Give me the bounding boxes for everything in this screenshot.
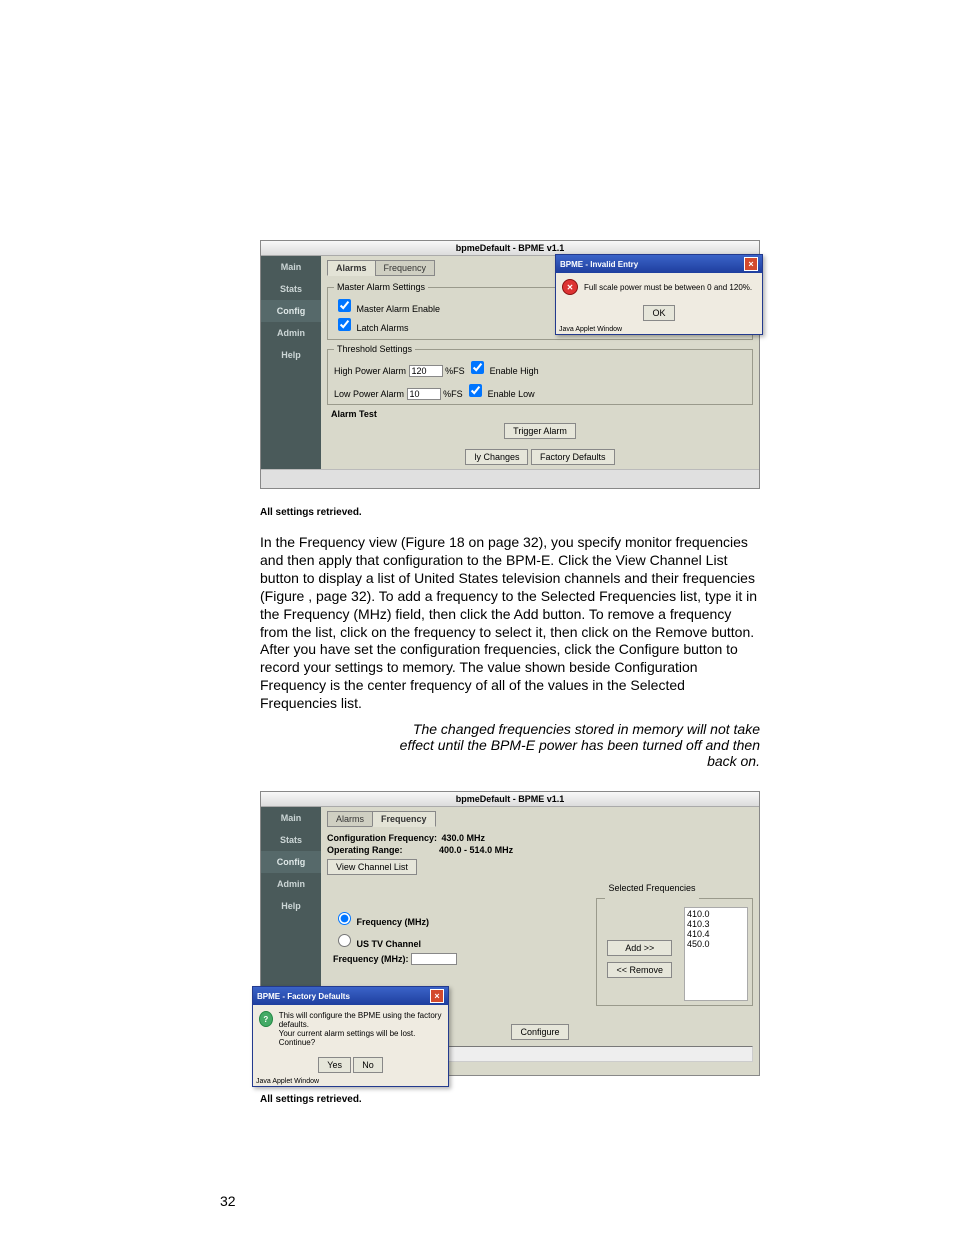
- yes-button[interactable]: Yes: [318, 1057, 351, 1073]
- invalid-entry-dialog: BPME - Invalid Entry × ✕ Full scale powe…: [555, 254, 763, 335]
- us-tv-channel-label: US TV Channel: [357, 939, 422, 949]
- view-channel-list-button[interactable]: View Channel List: [327, 859, 417, 875]
- tab-frequency[interactable]: Frequency: [372, 811, 436, 827]
- sidebar-item-help[interactable]: Help: [261, 895, 321, 917]
- close-icon[interactable]: ×: [744, 257, 758, 271]
- frequency-mhz-radio[interactable]: [338, 912, 351, 925]
- fd-line3: Continue?: [279, 1038, 442, 1047]
- add-button[interactable]: Add >>: [607, 940, 672, 956]
- factory-defaults-title: BPME - Factory Defaults: [257, 992, 350, 1001]
- tab-frequency[interactable]: Frequency: [375, 260, 436, 276]
- frequency-field-label: Frequency (MHz):: [333, 954, 409, 964]
- sidebar-item-main[interactable]: Main: [261, 807, 321, 829]
- enable-low-label: Enable Low: [488, 389, 535, 399]
- apply-changes-button[interactable]: ly Changes: [465, 449, 528, 465]
- applet-footer: Java Applet Window: [556, 325, 762, 334]
- sidebar-item-config[interactable]: Config: [261, 851, 321, 873]
- sidebar: Main Stats Config Admin Help: [261, 256, 321, 469]
- note-text: The changed frequencies stored in memory…: [260, 721, 760, 769]
- sidebar-item-admin[interactable]: Admin: [261, 322, 321, 344]
- frequency-input[interactable]: [411, 953, 457, 965]
- high-power-label: High Power Alarm: [334, 366, 406, 376]
- main-content-alarms: Alarms Frequency Master Alarm Settings M…: [321, 256, 759, 469]
- selected-frequencies-legend: Selected Frequencies: [605, 883, 698, 893]
- page-number: 32: [220, 1193, 236, 1209]
- trigger-alarm-button[interactable]: Trigger Alarm: [504, 423, 576, 439]
- low-power-unit: %FS: [443, 389, 463, 399]
- window-title: bpmeDefault - BPME v1.1: [261, 792, 759, 807]
- sidebar-item-admin[interactable]: Admin: [261, 873, 321, 895]
- list-item[interactable]: 410.0: [687, 909, 745, 919]
- invalid-entry-message: Full scale power must be between 0 and 1…: [584, 283, 752, 292]
- tab-alarms[interactable]: Alarms: [327, 811, 373, 827]
- remove-button[interactable]: << Remove: [607, 962, 672, 978]
- sidebar-item-stats[interactable]: Stats: [261, 829, 321, 851]
- factory-defaults-dialog: BPME - Factory Defaults × ? This will co…: [252, 986, 449, 1087]
- ok-button[interactable]: OK: [643, 305, 674, 321]
- sidebar-item-main[interactable]: Main: [261, 256, 321, 278]
- app-window-alarms: bpmeDefault - BPME v1.1 Main Stats Confi…: [260, 240, 760, 489]
- question-icon: ?: [259, 1011, 273, 1027]
- close-icon[interactable]: ×: [430, 989, 444, 1003]
- sidebar-item-help[interactable]: Help: [261, 344, 321, 366]
- low-power-label: Low Power Alarm: [334, 389, 404, 399]
- no-button[interactable]: No: [353, 1057, 383, 1073]
- applet-footer: Java Applet Window: [253, 1077, 448, 1086]
- config-freq-label: Configuration Frequency:: [327, 833, 437, 843]
- high-power-input[interactable]: [409, 365, 443, 377]
- enable-high-label: Enable High: [490, 366, 539, 376]
- threshold-fieldset: Threshold Settings High Power Alarm %FS …: [327, 344, 753, 405]
- status-line: All settings retrieved.: [260, 501, 760, 520]
- us-tv-channel-radio[interactable]: [338, 934, 351, 947]
- list-item[interactable]: 450.0: [687, 939, 745, 949]
- error-icon: ✕: [562, 279, 578, 295]
- op-range-label: Operating Range:: [327, 845, 403, 855]
- op-range-value: 400.0 - 514.0 MHz: [439, 845, 513, 855]
- list-item[interactable]: 410.4: [687, 929, 745, 939]
- sidebar-item-config[interactable]: Config: [261, 300, 321, 322]
- status-line: All settings retrieved.: [260, 1088, 760, 1107]
- sidebar-item-stats[interactable]: Stats: [261, 278, 321, 300]
- low-power-input[interactable]: [407, 388, 441, 400]
- invalid-entry-title: BPME - Invalid Entry: [560, 260, 638, 269]
- frequency-mhz-label: Frequency (MHz): [357, 917, 430, 927]
- alarm-test-label: Alarm Test: [331, 409, 753, 419]
- body-paragraph: In the Frequency view (Figure 18 on page…: [260, 534, 760, 713]
- master-alarm-enable-checkbox[interactable]: [338, 299, 351, 312]
- latch-alarms-label: Latch Alarms: [357, 323, 409, 333]
- fd-line2: Your current alarm settings will be lost…: [279, 1029, 442, 1038]
- list-item[interactable]: 410.3: [687, 919, 745, 929]
- factory-defaults-button[interactable]: Factory Defaults: [531, 449, 615, 465]
- master-alarm-enable-label: Master Alarm Enable: [357, 304, 441, 314]
- selected-frequencies-fieldset: Selected Frequencies Add >> << Remove 41…: [596, 893, 753, 1006]
- tab-alarms[interactable]: Alarms: [327, 260, 376, 276]
- configure-button[interactable]: Configure: [511, 1024, 568, 1040]
- master-alarm-legend: Master Alarm Settings: [334, 282, 428, 292]
- latch-alarms-checkbox[interactable]: [338, 318, 351, 331]
- config-freq-value: 430.0 MHz: [442, 833, 486, 843]
- enable-high-checkbox[interactable]: [471, 361, 484, 374]
- frequency-list[interactable]: 410.0 410.3 410.4 450.0: [684, 907, 748, 1001]
- fd-line1: This will configure the BPME using the f…: [279, 1011, 442, 1029]
- threshold-legend: Threshold Settings: [334, 344, 415, 354]
- high-power-unit: %FS: [445, 366, 465, 376]
- enable-low-checkbox[interactable]: [469, 384, 482, 397]
